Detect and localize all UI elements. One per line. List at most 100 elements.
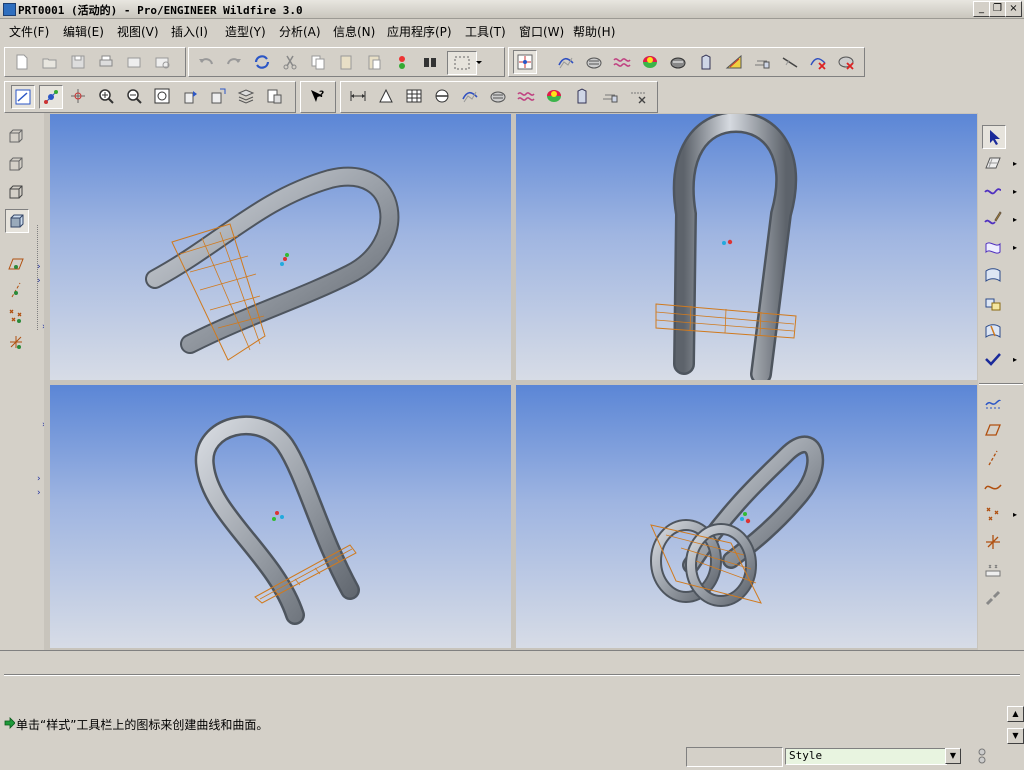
datum-plane-display-icon[interactable]	[375, 85, 397, 107]
scroll-down-icon[interactable]: ▼	[1007, 728, 1024, 744]
message-scrollbar[interactable]: ▲ ▼	[1007, 706, 1024, 744]
surface-icon[interactable]	[982, 264, 1004, 286]
section-analysis-icon-2[interactable]	[599, 85, 621, 107]
orient-mode-icon[interactable]	[67, 85, 89, 107]
datum-plane-toggle-icon[interactable]	[5, 253, 27, 275]
datum-point-icon[interactable]	[982, 503, 1004, 525]
chevron-down-icon[interactable]	[474, 51, 484, 73]
menu-insert[interactable]: 插入(I)	[171, 23, 208, 40]
chevron-right-icon[interactable]: ▸	[1013, 215, 1017, 224]
dimension-icon[interactable]	[347, 85, 369, 107]
regenerate-icon[interactable]	[251, 51, 273, 73]
redo-icon[interactable]	[223, 51, 245, 73]
delete-analysis-icon[interactable]	[807, 51, 829, 73]
chain-link-icon[interactable]	[982, 587, 1004, 609]
delete-analysis-icon-2[interactable]	[627, 85, 649, 107]
chevron-right-icon[interactable]: ▸	[1013, 159, 1017, 168]
hidden-line-icon[interactable]	[5, 153, 27, 175]
curve-analysis-icon[interactable]	[555, 51, 577, 73]
section-display-icon[interactable]	[431, 85, 453, 107]
new-file-icon[interactable]	[11, 51, 33, 73]
menu-window[interactable]: 窗口(W)	[519, 23, 564, 40]
menu-applications[interactable]: 应用程序(P)	[387, 23, 452, 40]
coordinate-system-icon[interactable]	[982, 531, 1004, 553]
layers-icon[interactable]	[235, 85, 257, 107]
spin-center-icon[interactable]	[39, 85, 63, 109]
paste-icon[interactable]	[335, 51, 357, 73]
datum-plane-icon[interactable]	[982, 419, 1004, 441]
undo-icon[interactable]	[195, 51, 217, 73]
wave-curve-icon[interactable]	[611, 51, 633, 73]
datum-axis-icon[interactable]	[982, 447, 1004, 469]
sketch-icon[interactable]	[982, 391, 1004, 413]
datum-axis-toggle-icon[interactable]	[5, 279, 27, 301]
print-icon[interactable]	[95, 51, 117, 73]
menu-file[interactable]: 文件(F)	[9, 23, 49, 40]
edit-curve-icon[interactable]	[982, 208, 1004, 230]
surface-trim-icon[interactable]	[982, 320, 1004, 342]
menu-tools[interactable]: 工具(T)	[465, 23, 506, 40]
layer-tree-icon[interactable]	[513, 50, 537, 74]
curve-analysis-icon-2[interactable]	[459, 85, 481, 107]
menu-analysis[interactable]: 分析(A)	[279, 23, 321, 40]
delete-all-analysis-icon[interactable]	[835, 51, 857, 73]
expand-arrow-icon[interactable]: ›	[37, 488, 41, 498]
chevron-right-icon[interactable]: ▸	[1013, 510, 1017, 519]
expand-arrow-icon[interactable]: ›	[37, 276, 41, 286]
refit-icon[interactable]	[151, 85, 173, 107]
surface-connect-icon[interactable]	[982, 292, 1004, 314]
expand-arrow-icon[interactable]: ›	[37, 262, 41, 272]
chevron-right-icon[interactable]: ▸	[1013, 243, 1017, 252]
no-hidden-icon[interactable]	[5, 181, 27, 203]
close-button[interactable]: ×	[1005, 1, 1022, 17]
traffic-light-icon[interactable]	[972, 747, 992, 767]
active-plane-icon[interactable]	[982, 152, 1004, 174]
saved-views-icon[interactable]	[207, 85, 229, 107]
viewport-bottom-left[interactable]	[50, 385, 511, 648]
copy-icon[interactable]	[307, 51, 329, 73]
reorient-icon[interactable]	[179, 85, 201, 107]
coord-sys-toggle-icon[interactable]	[5, 331, 27, 353]
reflection-icon[interactable]	[667, 51, 689, 73]
paste-special-icon[interactable]	[363, 51, 385, 73]
surface-curvature-icon-2[interactable]	[487, 85, 509, 107]
datum-curve-icon[interactable]	[982, 475, 1004, 497]
analysis-feature-icon[interactable]	[982, 559, 1004, 581]
chevron-right-icon[interactable]: ▸	[1013, 187, 1017, 196]
minimize-button[interactable]: _	[973, 1, 990, 17]
menu-style[interactable]: 造型(Y)	[225, 23, 266, 40]
chevron-down-icon[interactable]: ▼	[945, 748, 961, 764]
box-select-icon[interactable]	[447, 51, 477, 75]
datum-point-toggle-icon[interactable]	[5, 305, 27, 327]
chevron-right-icon[interactable]: ▸	[1013, 355, 1017, 364]
viewport-top-right[interactable]	[516, 114, 977, 380]
cut-icon[interactable]	[279, 51, 301, 73]
repaint-icon[interactable]	[11, 85, 35, 109]
mail-attach-icon[interactable]	[151, 51, 173, 73]
slope-analysis-icon[interactable]	[723, 51, 745, 73]
menu-edit[interactable]: 编辑(E)	[63, 23, 104, 40]
filter-select[interactable]: Style	[785, 748, 947, 765]
send-mail-icon[interactable]	[123, 51, 145, 73]
zoom-out-icon[interactable]	[123, 85, 145, 107]
select-arrow-icon[interactable]	[982, 125, 1006, 149]
viewport-bottom-right[interactable]	[516, 385, 977, 648]
expand-arrow-icon[interactable]: ›	[37, 474, 41, 484]
restore-button[interactable]: ❐	[989, 1, 1006, 17]
save-icon[interactable]	[67, 51, 89, 73]
wave-curve-icon-2[interactable]	[515, 85, 537, 107]
surface-curvature-icon[interactable]	[583, 51, 605, 73]
view-manager-icon[interactable]	[263, 85, 285, 107]
menu-view[interactable]: 视图(V)	[117, 23, 159, 40]
draft-analysis-icon-2[interactable]	[571, 85, 593, 107]
create-curve-icon[interactable]	[982, 180, 1004, 202]
zoom-in-icon[interactable]	[95, 85, 117, 107]
grid-table-icon[interactable]	[403, 85, 425, 107]
checkmark-icon[interactable]	[982, 348, 1004, 370]
measure-icon[interactable]	[779, 51, 801, 73]
find-color-icon[interactable]	[391, 51, 413, 73]
viewport-top-left[interactable]	[50, 114, 511, 380]
section-analysis-icon[interactable]	[751, 51, 773, 73]
whats-this-icon[interactable]: ?	[306, 85, 328, 107]
scroll-up-icon[interactable]: ▲	[1007, 706, 1024, 722]
